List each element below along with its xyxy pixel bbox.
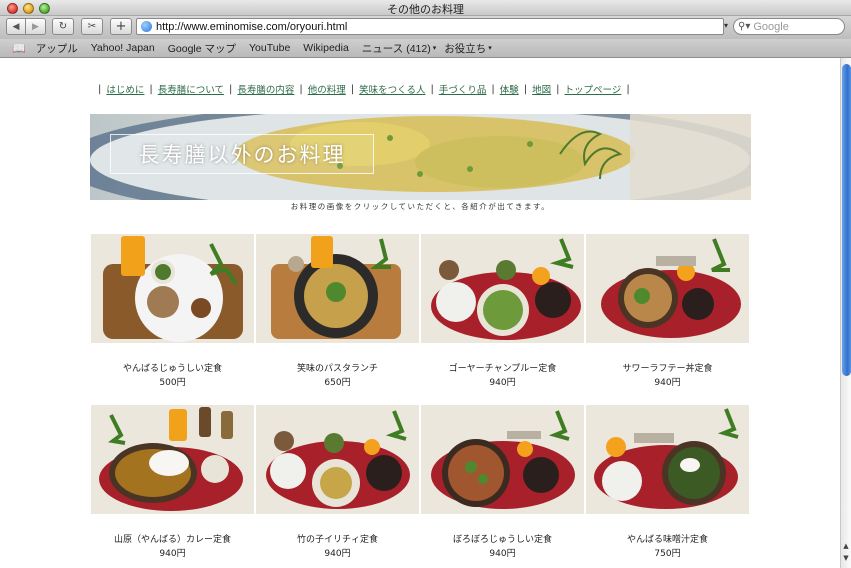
dish-price: 940円 (654, 378, 681, 388)
back-button[interactable]: ◀ (6, 18, 26, 35)
nav-link-intro[interactable]: はじめに (106, 82, 144, 96)
nav-divider: | (98, 83, 102, 95)
bookmarks-bar: 📖 アップル Yahoo! Japan Google マップ YouTube W… (0, 39, 851, 58)
reload-icon: ↻ (58, 21, 68, 32)
page-banner: 長寿膳以外のお料理 (90, 114, 751, 200)
scrollbar-thumb[interactable] (842, 64, 851, 376)
address-text: http://www.eminomise.com/oryouri.html (156, 20, 348, 33)
dish-price: 940円 (489, 549, 516, 559)
nav-divider: | (149, 83, 153, 95)
dish-name: 竹の子イリチィ定食 (296, 535, 378, 545)
address-bar[interactable]: http://www.eminomise.com/oryouri.html (136, 18, 724, 35)
nav-divider: | (228, 83, 233, 95)
bookmark-yahoo[interactable]: Yahoo! Japan (91, 42, 155, 54)
nav-link-map[interactable]: 地図 (532, 82, 551, 96)
dish-photo[interactable] (586, 234, 749, 343)
dish-name: やんばるじゅうしい定食 (122, 364, 222, 374)
vertical-scrollbar[interactable]: ▲ ▼ (840, 58, 851, 568)
dish-price: 940円 (159, 549, 186, 559)
nav-divider: | (626, 83, 630, 95)
dish-price: 650円 (324, 378, 351, 388)
dish-name: サワーラフテー丼定食 (622, 364, 713, 374)
site-navigation: | はじめに | 長寿膳について | 長寿膳の内容 | 他の料理 | 笑味をつく… (93, 82, 743, 97)
window-titlebar: その他のお料理 (0, 0, 851, 16)
plus-icon: + (115, 19, 127, 34)
globe-icon (141, 21, 152, 32)
back-arrow-icon: ◀ (12, 21, 20, 32)
search-icon: ⚲▾ (738, 21, 751, 32)
dish-price: 940円 (489, 378, 516, 388)
nav-link-experience[interactable]: 体験 (500, 82, 519, 96)
dish-photo[interactable] (421, 405, 584, 514)
nav-link-top-page[interactable]: トップページ (565, 82, 622, 96)
forward-arrow-icon: ▶ (32, 21, 39, 32)
dish-photo[interactable] (91, 405, 254, 514)
address-dropdown-icon[interactable]: ▾ (724, 21, 728, 30)
nav-divider: | (430, 83, 434, 95)
back-forward-group: ◀ ▶ (6, 18, 46, 35)
search-placeholder: Google (753, 20, 789, 33)
dish-photo[interactable] (256, 405, 419, 514)
page-content: | はじめに | 長寿膳について | 長寿膳の内容 | 他の料理 | 笑味をつく… (0, 58, 840, 568)
forward-button[interactable]: ▶ (26, 18, 46, 35)
nav-link-handmade[interactable]: 手づくり品 (439, 82, 487, 96)
banner-title: 長寿膳以外のお料理 (110, 134, 374, 174)
chevron-down-icon: ▾ (488, 45, 492, 52)
nav-link-other-dishes[interactable]: 他の料理 (308, 82, 346, 96)
dish-photo[interactable] (256, 234, 419, 343)
bookmark-useful[interactable]: お役立ち (444, 41, 486, 56)
bookmark-youtube[interactable]: YouTube (249, 42, 290, 54)
add-bookmark-button[interactable]: + (110, 18, 132, 35)
dish-name: 笑味のパスタランチ (296, 364, 378, 374)
dish-name: ぼろぼろじゅうしい定食 (452, 535, 552, 545)
reload-button[interactable]: ↻ (52, 18, 74, 35)
dish-price: 750円 (654, 549, 681, 559)
nav-divider: | (556, 83, 560, 95)
nav-link-chojuzen-content[interactable]: 長寿膳の内容 (237, 82, 294, 96)
bookmark-google-maps[interactable]: Google マップ (168, 41, 236, 56)
bookmark-news[interactable]: ニュース (412) (362, 41, 431, 56)
nav-divider: | (523, 83, 528, 95)
dish-price: 500円 (159, 378, 186, 388)
dish-photo[interactable] (421, 234, 584, 343)
browser-toolbar: ◀ ▶ ↻ ✂ + http://www.eminomise.com/oryou… (0, 16, 851, 39)
dish-name: やんばる味噌汁定食 (626, 535, 708, 545)
dish-price: 940円 (324, 549, 351, 559)
dish-name: ゴーヤーチャンプルー定食 (448, 364, 557, 374)
search-field[interactable]: ⚲▾ Google (733, 18, 845, 35)
bookmark-apple[interactable]: アップル (36, 41, 78, 56)
nav-divider: | (491, 83, 495, 95)
nav-link-about-chojuzen[interactable]: 長寿膳について (158, 82, 224, 96)
book-icon[interactable]: 📖 (12, 42, 26, 55)
dish-photo[interactable] (586, 405, 749, 514)
window-title: その他のお料理 (387, 3, 464, 16)
scroll-down-arrow-icon[interactable]: ▼ (841, 554, 851, 564)
dish-photo[interactable] (91, 234, 254, 343)
chevron-down-icon: ▾ (432, 45, 437, 52)
instruction-text: お料理の画像をクリックしていただくと、各紹介が出てきます。 (290, 202, 551, 211)
nav-divider: | (350, 83, 355, 95)
scroll-up-arrow-icon[interactable]: ▲ (841, 542, 851, 552)
dish-name: 山原（やんばる）カレー定食 (113, 535, 231, 545)
nav-divider: | (299, 83, 303, 95)
scissors-icon: ✂ (87, 21, 97, 32)
nav-link-makers[interactable]: 笑味をつくる人 (359, 82, 425, 96)
snip-button[interactable]: ✂ (81, 18, 103, 35)
bookmark-wikipedia[interactable]: Wikipedia (303, 42, 349, 54)
